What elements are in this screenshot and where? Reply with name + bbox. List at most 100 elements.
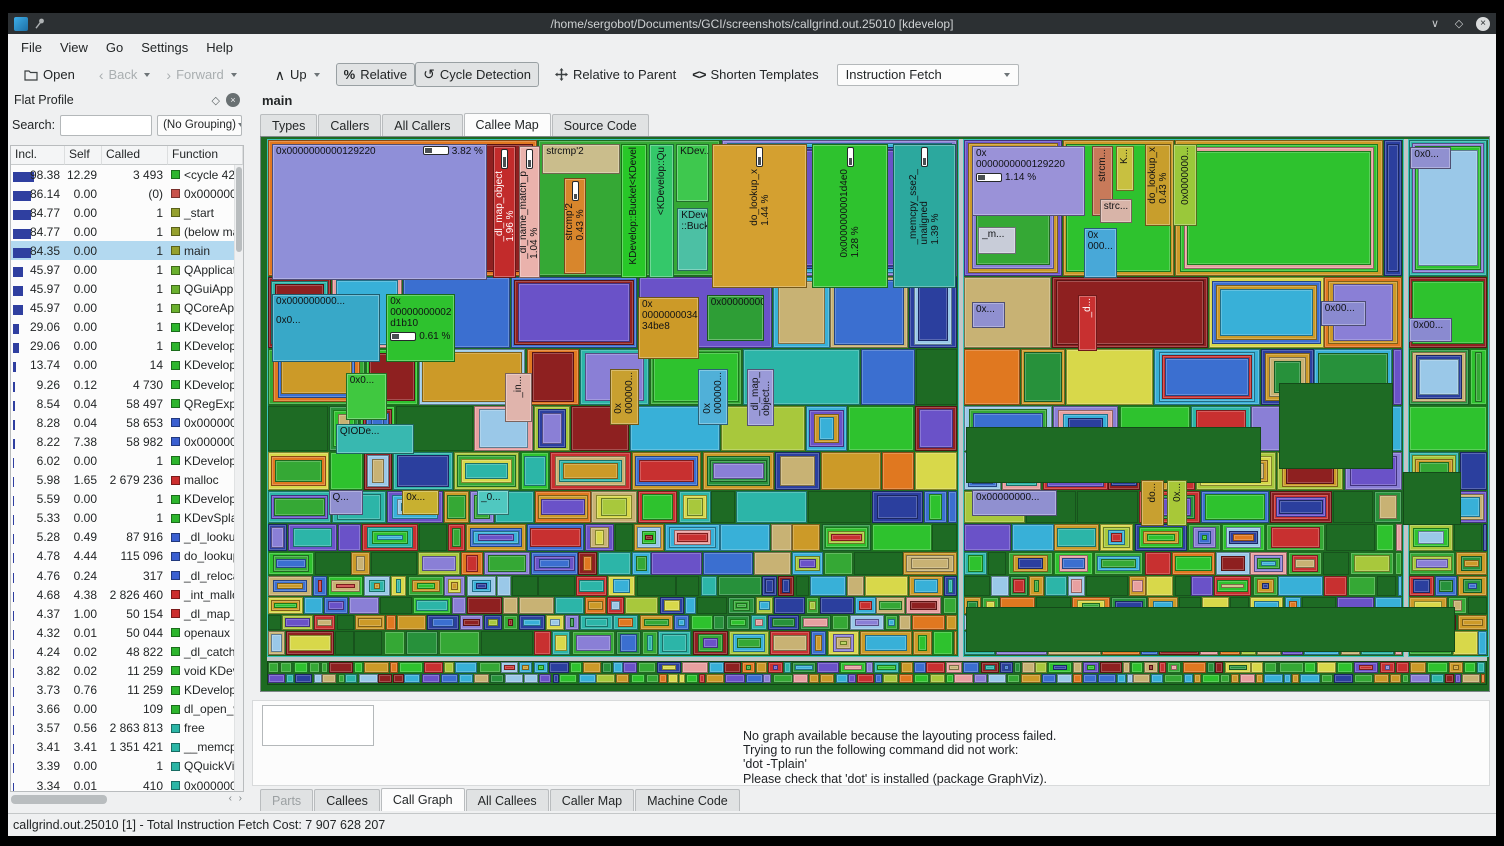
table-row[interactable]: 98.3812.293 493<cycle 42> (11, 165, 243, 184)
treemap-cell[interactable] (730, 619, 746, 626)
treemap-cell[interactable] (819, 417, 834, 440)
table-row[interactable]: 3.340.014100x00000000 (11, 776, 243, 792)
treemap-cell[interactable] (444, 491, 469, 523)
treemap-cell[interactable] (1321, 674, 1333, 683)
table-row[interactable]: 5.330.001KDevSplash (11, 509, 243, 528)
treemap-cell[interactable] (872, 491, 923, 523)
treemap-cell[interactable] (919, 409, 953, 448)
treemap-cell[interactable] (470, 528, 522, 547)
treemap-cell[interactable] (549, 662, 569, 673)
treemap-cell[interactable] (1013, 555, 1048, 572)
treemap-cell[interactable] (1000, 662, 1013, 673)
treemap-cell[interactable] (465, 463, 508, 479)
treemap-cell[interactable] (596, 495, 632, 519)
treemap-cell[interactable] (271, 600, 300, 611)
treemap-cell[interactable] (397, 615, 426, 630)
treemap-cell[interactable] (1172, 552, 1215, 575)
treemap-block[interactable]: KDev... (676, 144, 709, 202)
treemap-cell[interactable] (948, 579, 953, 593)
treemap-cell[interactable] (1376, 524, 1394, 551)
table-row[interactable]: 4.684.382 826 460_int_malloc (11, 585, 243, 604)
treemap-cell[interactable] (949, 665, 959, 670)
treemap-cell[interactable] (1034, 580, 1039, 592)
treemap-cell[interactable] (497, 576, 511, 596)
treemap-cell[interactable] (855, 619, 879, 626)
treemap-cell[interactable] (576, 635, 611, 651)
treemap-cell[interactable] (669, 527, 716, 548)
treemap-cell[interactable] (762, 576, 777, 596)
treemap-cell[interactable] (1171, 665, 1177, 670)
relative-toggle[interactable]: % Relative (336, 63, 416, 86)
treemap-cell[interactable] (964, 524, 1011, 551)
table-row[interactable]: 84.350.001main (11, 241, 243, 260)
treemap-cell[interactable] (988, 674, 1006, 683)
treemap-cell[interactable] (336, 584, 355, 588)
treemap-block[interactable]: 0x... (402, 490, 439, 514)
treemap-cell[interactable] (459, 674, 473, 683)
treemap-cell[interactable] (1292, 555, 1318, 572)
treemap-cell[interactable] (742, 662, 755, 673)
treemap-cell[interactable] (359, 674, 378, 683)
tab-callee-map[interactable]: Callee Map (464, 113, 551, 136)
treemap-cell[interactable] (693, 631, 728, 655)
treemap-cell[interactable] (591, 491, 637, 523)
treemap-cell[interactable] (634, 524, 664, 551)
treemap-cell[interactable] (915, 406, 957, 451)
treemap-cell[interactable] (1462, 619, 1483, 626)
treemap-cell[interactable] (362, 524, 418, 551)
treemap-cell[interactable] (914, 579, 938, 593)
treemap-cell[interactable] (782, 579, 790, 593)
treemap-cell[interactable] (774, 597, 805, 614)
cycle-detection-toggle[interactable]: ↺ Cycle Detection (415, 62, 539, 87)
treemap-cell[interactable] (1483, 524, 1487, 551)
treemap-cell[interactable] (718, 576, 762, 596)
treemap-cell[interactable] (602, 662, 612, 673)
treemap-cell[interactable] (1273, 494, 1329, 520)
treemap-cell[interactable] (778, 576, 794, 596)
treemap-cell[interactable] (638, 662, 656, 673)
treemap-cell[interactable] (771, 524, 792, 551)
treemap-cell[interactable] (616, 674, 629, 683)
treemap-cell[interactable] (664, 600, 680, 611)
treemap-cell[interactable] (635, 456, 698, 486)
treemap-cell[interactable] (1145, 552, 1171, 575)
treemap-cell[interactable] (484, 615, 502, 630)
table-row[interactable]: 29.060.001KDevelop:: (11, 318, 243, 337)
treemap-cell[interactable] (452, 528, 461, 547)
treemap-cell[interactable] (1288, 552, 1322, 575)
treemap-cell[interactable] (457, 455, 516, 487)
treemap-cell[interactable] (1100, 662, 1122, 673)
treemap-cell[interactable] (508, 619, 513, 626)
treemap-cell[interactable] (285, 618, 310, 627)
treemap-cell[interactable] (1083, 662, 1099, 673)
treemap-cell[interactable] (1083, 674, 1097, 683)
treemap-cell[interactable] (682, 662, 708, 673)
treemap-block[interactable]: 0x00000000... (707, 295, 765, 341)
treemap-cell[interactable] (968, 555, 983, 572)
treemap-cell[interactable] (809, 410, 844, 447)
treemap-cell[interactable] (1231, 674, 1239, 683)
treemap-block[interactable]: 0x00... (1321, 301, 1366, 326)
treemap-cell[interactable] (427, 615, 459, 630)
treemap-cell[interactable] (372, 531, 408, 544)
treemap-cell[interactable] (1059, 555, 1088, 572)
treemap-cell[interactable] (541, 499, 585, 515)
treemap-cell[interactable] (860, 631, 912, 655)
treemap-cell[interactable] (422, 556, 456, 571)
treemap-cell[interactable] (683, 495, 707, 519)
treemap-block[interactable]: 0x 00000000002 d1b100.61 % (386, 294, 455, 362)
treemap-cell[interactable] (877, 665, 896, 670)
treemap-cell[interactable] (1384, 140, 1402, 276)
treemap-cell[interactable] (660, 597, 684, 614)
treemap-block[interactable]: do... (1141, 480, 1163, 525)
treemap-cell[interactable] (1427, 662, 1448, 673)
treemap-cell[interactable] (338, 674, 345, 683)
treemap-cell[interactable] (514, 280, 634, 345)
treemap-cell[interactable] (914, 674, 929, 683)
treemap-cell[interactable] (678, 619, 685, 626)
treemap-cell[interactable] (1131, 662, 1143, 673)
table-row[interactable]: 84.770.001_start (11, 203, 243, 222)
treemap-cell[interactable] (726, 615, 750, 630)
treemap-cell[interactable] (1337, 662, 1353, 673)
treemap-cell[interactable] (466, 524, 526, 551)
